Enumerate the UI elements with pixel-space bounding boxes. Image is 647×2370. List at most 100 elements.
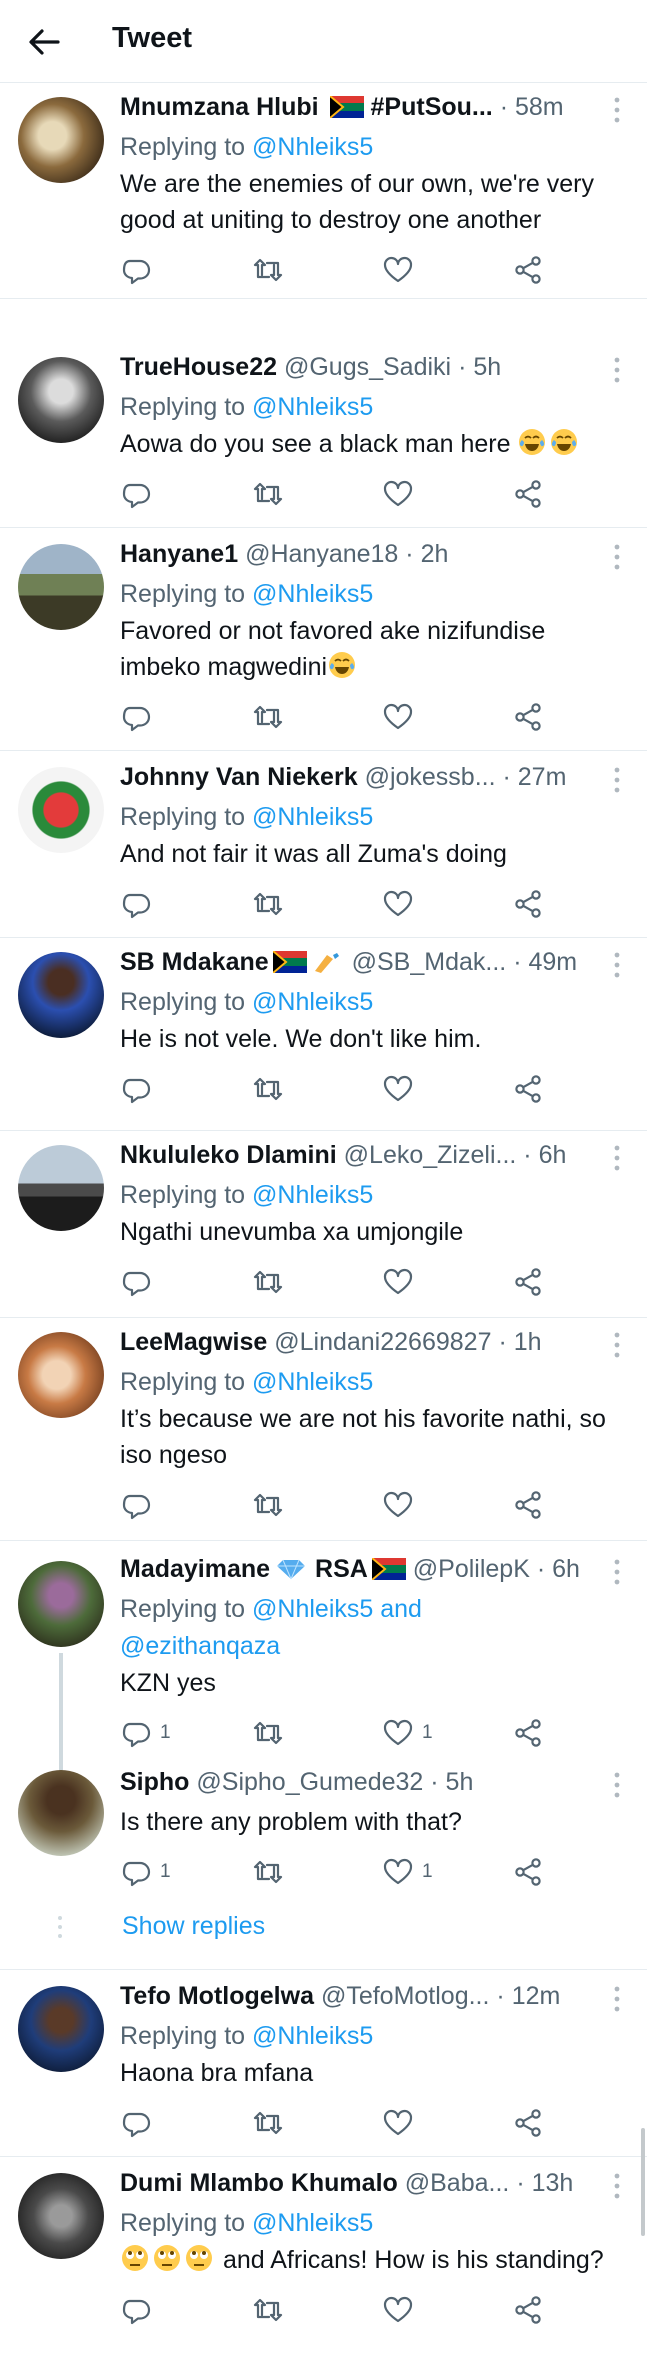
replying-to-link[interactable]: @Nhleiks5 [252,2209,373,2237]
share-button[interactable] [512,1713,544,1753]
like-button[interactable] [382,884,414,924]
like-button[interactable] [382,1485,414,1525]
reply-button[interactable]: 1 [120,1713,171,1753]
retweet-button[interactable] [252,1262,284,1302]
author-name[interactable]: LeeMagwise [120,1328,267,1356]
tweet[interactable]: TrueHouse22 @Gugs_Sadiki · 5h Replying t… [0,299,647,528]
timestamp[interactable]: 6h [552,1555,580,1583]
author-handle[interactable]: @Hanyane18 [245,540,398,568]
more-options-icon[interactable] [611,542,623,572]
more-options-icon[interactable] [611,1984,623,2014]
author-handle[interactable]: @Leko_Zizeli... [344,1141,517,1169]
tweet[interactable]: Nkululeko Dlamini @Leko_Zizeli... · 6h R… [0,1131,647,1318]
reply-button[interactable] [120,2103,152,2143]
reply-button[interactable] [120,1262,152,1302]
more-options-icon[interactable] [611,2171,623,2201]
like-button[interactable] [382,2290,414,2330]
replying-to-link[interactable]: @Nhleiks5 [252,1368,373,1396]
reply-button[interactable] [120,1485,152,1525]
author-name[interactable]: Hanyane1 [120,540,238,568]
show-replies-link[interactable]: Show replies [122,1912,265,1941]
replying-to-link[interactable]: @Nhleiks5 [252,803,373,831]
retweet-button[interactable] [252,1713,284,1753]
replying-to-link[interactable]: @Nhleiks5 [252,1181,373,1209]
tweet[interactable]: Sipho @Sipho_Gumede32 · 5h Is there any … [0,1762,647,1970]
like-button[interactable]: 1 [382,1713,433,1753]
author-name[interactable]: Dumi Mlambo Khumalo [120,2169,398,2197]
author-handle[interactable]: @Gugs_Sadiki [284,353,451,381]
replying-to-link[interactable]: @Nhleiks5 and [252,1595,422,1623]
author-name[interactable]: Sipho [120,1768,189,1796]
like-button[interactable] [382,1069,414,1109]
reply-button[interactable]: 1 [120,1852,171,1892]
replying-to-link[interactable]: @Nhleiks5 [252,580,373,608]
author-name[interactable]: Mnumzana Hlubi [120,93,319,121]
like-button[interactable] [382,2103,414,2143]
avatar[interactable] [18,1986,104,2072]
reply-button[interactable] [120,250,152,290]
avatar[interactable] [18,1561,104,1647]
avatar[interactable] [18,2173,104,2259]
avatar[interactable] [18,97,104,183]
author-name[interactable]: TrueHouse22 [120,353,277,381]
tweet[interactable]: Hanyane1 @Hanyane18 · 2h Replying to @Nh… [0,528,647,751]
author-name[interactable]: Johnny Van Niekerk [120,763,358,791]
share-button[interactable] [512,250,544,290]
share-button[interactable] [512,474,544,514]
more-options-icon[interactable] [611,1557,623,1587]
tweet[interactable]: Mnumzana Hlubi #PutSou... · 58m Replying… [0,83,647,299]
timestamp[interactable]: 6h [539,1141,567,1169]
timestamp[interactable]: 12m [512,1982,561,2010]
more-options-icon[interactable] [611,1143,623,1173]
reply-button[interactable] [120,884,152,924]
retweet-button[interactable] [252,1069,284,1109]
share-button[interactable] [512,1262,544,1302]
avatar[interactable] [18,544,104,630]
avatar[interactable] [18,357,104,443]
timestamp[interactable]: 5h [473,353,501,381]
tweet[interactable]: Dumi Mlambo Khumalo @Baba... · 13h Reply… [0,2157,647,2370]
tweet[interactable]: SB Mdakane @SB_Mdak... · 49m Replying to… [0,938,647,1131]
avatar[interactable] [18,767,104,853]
scrollbar-thumb[interactable] [641,2128,645,2236]
share-button[interactable] [512,884,544,924]
author-name[interactable]: Madayimane [120,1555,270,1583]
like-button[interactable] [382,474,414,514]
retweet-button[interactable] [252,884,284,924]
tweet[interactable]: Johnny Van Niekerk @jokessb... · 27m Rep… [0,751,647,938]
retweet-button[interactable] [252,250,284,290]
reply-button[interactable] [120,1069,152,1109]
timestamp[interactable]: 5h [446,1768,474,1796]
author-handle[interactable]: @jokessb... [365,763,496,791]
like-button[interactable] [382,697,414,737]
retweet-button[interactable] [252,1485,284,1525]
author-handle[interactable]: @Baba... [405,2169,510,2197]
avatar[interactable] [18,1332,104,1418]
author-handle[interactable]: @Sipho_Gumede32 [196,1768,423,1796]
avatar[interactable] [18,1770,104,1856]
replying-to-link[interactable]: @Nhleiks5 [252,988,373,1016]
avatar[interactable] [18,952,104,1038]
share-button[interactable] [512,2290,544,2330]
more-options-icon[interactable] [611,355,623,385]
timestamp[interactable]: 27m [518,763,567,791]
timestamp[interactable]: 49m [528,948,577,976]
timestamp[interactable]: 13h [532,2169,574,2197]
share-button[interactable] [512,1852,544,1892]
author-name[interactable]: Nkululeko Dlamini [120,1141,337,1169]
timestamp[interactable]: 1h [514,1328,542,1356]
replying-to-link[interactable]: @Nhleiks5 [252,393,373,421]
more-options-icon[interactable] [611,765,623,795]
more-options-icon[interactable] [611,1770,623,1800]
more-options-icon[interactable] [611,950,623,980]
reply-button[interactable] [120,474,152,514]
like-button[interactable] [382,1262,414,1302]
author-handle[interactable]: @SB_Mdak... [352,948,507,976]
share-button[interactable] [512,1485,544,1525]
replying-to-link[interactable]: @ezithanqaza [120,1632,280,1660]
reply-button[interactable] [120,2290,152,2330]
author-name[interactable]: SB Mdakane [120,948,269,976]
tweet[interactable]: LeeMagwise @Lindani22669827 · 1h Replyin… [0,1318,647,1541]
retweet-button[interactable] [252,474,284,514]
retweet-button[interactable] [252,1852,284,1892]
